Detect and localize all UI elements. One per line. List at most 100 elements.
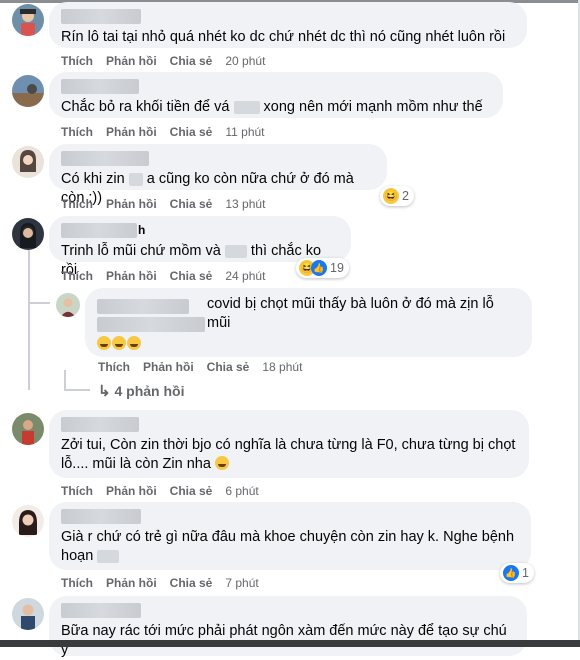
thread-connector (64, 370, 66, 390)
redacted-text (97, 317, 205, 332)
share-button[interactable]: Chia sẻ (170, 484, 213, 498)
avatar[interactable] (12, 146, 44, 178)
avatar[interactable] (12, 218, 44, 250)
comment-bubble: Già r chứ có trẻ gì nữa đâu mà khoe chuy… (49, 502, 531, 570)
share-button[interactable]: Chia sẻ (170, 54, 213, 68)
timestamp[interactable]: 24 phút (225, 269, 265, 283)
comment-bubble: Zởi tui, Còn zin thời bjo có nghĩa là ch… (49, 410, 529, 478)
comment-text-part: Chắc bỏ ra khối tiền để vá (61, 99, 230, 115)
reaction-badge[interactable]: 😆 👍 19 (296, 258, 349, 278)
comment-text-part: lỗ.... mũi là còn Zin nha (61, 456, 211, 472)
comment-bubble: Chắc bỏ ra khối tiền để vá xong nên mới … (49, 72, 503, 118)
comment-text-line: lỗ.... mũi là còn Zin nha (61, 455, 517, 474)
reply-bubble: covid bị chọt mũi thấy bà luôn ở đó mà z… (85, 288, 532, 357)
comment-text-part: xong nên mới mạnh mồm như thế (263, 99, 483, 115)
view-more-replies-link[interactable]: ↳ 4 phản hồi (98, 382, 184, 400)
like-button[interactable]: Thích (98, 360, 130, 374)
like-button[interactable]: Thích (61, 576, 93, 590)
share-button[interactable]: Chia sẻ (170, 576, 213, 590)
commenter-name-redacted[interactable] (61, 151, 149, 166)
share-button[interactable]: Chia sẻ (207, 360, 250, 374)
comment-actions: Thích Phản hồi Chia sẻ 20 phút (61, 54, 278, 68)
haha-icon: 😆 (383, 188, 399, 204)
reply-actions: Thích Phản hồi Chia sẻ 18 phút (98, 360, 315, 374)
comment-text-part: hoạn (61, 548, 94, 564)
reaction-badge[interactable]: 👍 1 (500, 563, 534, 583)
like-button[interactable]: Thích (61, 269, 93, 283)
avatar[interactable] (12, 75, 44, 107)
commenter-name-redacted[interactable] (61, 9, 141, 24)
comment-text-part: Trinh lỗ mũi chứ mồm và (61, 243, 221, 259)
reply-button[interactable]: Phản hồi (106, 576, 157, 590)
emoji-row (97, 335, 520, 354)
like-button[interactable]: Thích (61, 484, 93, 498)
avatar[interactable] (12, 413, 44, 445)
reply-button[interactable]: Phản hồi (143, 360, 194, 374)
comment-bubble: Có khi zin a cũng ko còn nữa chứ ở đó mà… (49, 144, 387, 206)
comment-actions: Thích Phản hồi Chia sẻ 24 phút (61, 269, 278, 283)
comment-text-line: Zởi tui, Còn zin thời bjo có nghĩa là ch… (61, 437, 516, 453)
commenter-name-redacted[interactable] (61, 509, 141, 524)
commenter-name-visible[interactable]: h (138, 221, 145, 240)
avatar[interactable] (12, 4, 44, 36)
more-replies-label: 4 phản hồi (114, 383, 185, 399)
commenter-name-redacted[interactable] (97, 299, 189, 314)
haha-icon (127, 336, 141, 350)
haha-icon (97, 336, 111, 350)
comment-bubble: h Trinh lỗ mũi chứ mồm và thì chắc ko rồ… (49, 216, 351, 278)
reply-button[interactable]: Phản hồi (106, 269, 157, 283)
timestamp[interactable]: 11 phút (225, 125, 264, 139)
haha-icon (112, 336, 126, 350)
comment-actions: Thích Phản hồi Chia sẻ 13 phút (61, 197, 278, 211)
comment-actions: Thích Phản hồi Chia sẻ 11 phút (61, 125, 278, 139)
like-button[interactable]: Thích (61, 125, 93, 139)
comment-bubble: Bữa nay rác tới mức phải phát ngôn xàm đ… (49, 596, 527, 658)
reaction-count: 2 (402, 189, 409, 203)
reply-button[interactable]: Phản hồi (106, 484, 157, 498)
haha-icon (214, 456, 229, 470)
redacted-word (128, 172, 143, 186)
reaction-count: 19 (330, 261, 344, 275)
reaction-badge[interactable]: 😆 2 (380, 186, 414, 206)
share-button[interactable]: Chia sẻ (170, 125, 213, 139)
comment-text: Chắc bỏ ra khối tiền để vá xong nên mới … (61, 98, 491, 117)
avatar[interactable] (12, 505, 44, 537)
thread-connector (64, 389, 90, 391)
reply-button[interactable]: Phản hồi (106, 54, 157, 68)
like-icon: 👍 (311, 260, 327, 276)
comment-actions: Thích Phản hồi Chia sẻ 7 phút (61, 576, 272, 590)
redacted-word (224, 244, 247, 258)
reaction-count: 1 (522, 566, 529, 580)
timestamp[interactable]: 20 phút (225, 54, 265, 68)
commenter-name-redacted[interactable] (61, 79, 139, 94)
share-button[interactable]: Chia sẻ (170, 197, 213, 211)
thread-connector (28, 250, 30, 390)
reply-button[interactable]: Phản hồi (106, 197, 157, 211)
reply-button[interactable]: Phản hồi (106, 125, 157, 139)
like-button[interactable]: Thích (61, 54, 93, 68)
redacted-word (233, 100, 260, 114)
share-button[interactable]: Chia sẻ (170, 269, 213, 283)
commenter-name-redacted[interactable] (61, 223, 137, 238)
avatar[interactable] (12, 598, 44, 630)
comment-actions: Thích Phản hồi Chia sẻ 6 phút (61, 484, 272, 498)
comment-bubble: Rín lô tai tại nhỏ quá nhét ko dc chứ nh… (49, 2, 527, 48)
commenter-name-redacted[interactable] (61, 417, 139, 432)
comment-text-part: Có khi zin (61, 171, 125, 187)
timestamp[interactable]: 18 phút (262, 360, 302, 374)
window-bottom-bar (0, 640, 580, 647)
avatar[interactable] (56, 293, 80, 317)
comment-text: Rín lô tai tại nhỏ quá nhét ko dc chứ nh… (61, 29, 506, 45)
like-icon: 👍 (503, 565, 519, 581)
like-button[interactable]: Thích (61, 197, 93, 211)
redacted-word (97, 549, 120, 563)
thread-connector (28, 302, 50, 304)
timestamp[interactable]: 7 phút (225, 576, 258, 590)
commenter-name-redacted[interactable] (61, 603, 141, 618)
timestamp[interactable]: 6 phút (225, 484, 258, 498)
comment-text-line: Già r chứ có trẻ gì nữa đâu mà khoe chuy… (61, 529, 515, 545)
comment-text-line: hoạn (61, 547, 519, 566)
reply-arrow-icon: ↳ (98, 383, 111, 400)
timestamp[interactable]: 13 phút (225, 197, 265, 211)
reply-text: covid bị chọt mũi thấy bà luôn ở đó mà z… (207, 296, 494, 331)
